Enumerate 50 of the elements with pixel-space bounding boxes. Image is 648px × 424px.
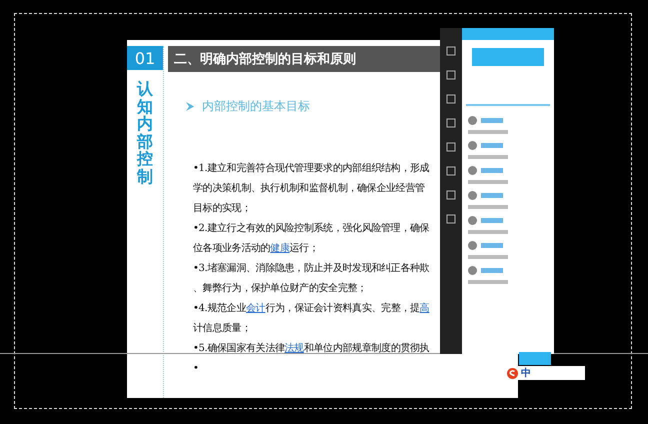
slide-title: 二、明确内部控制的目标和原则 (168, 46, 441, 72)
blurred-message (468, 180, 508, 184)
sidebar-icon[interactable] (446, 70, 456, 80)
section-number: 01 (127, 46, 163, 70)
blurred-name (481, 268, 503, 273)
blurred-name (481, 168, 503, 173)
vertical-title: 认知内部控制 (137, 80, 153, 186)
blurred-message (468, 130, 508, 134)
text-line: •4.规范企业会计行为，保证会计资料真实、完整，提高 (193, 302, 430, 316)
text-line: • (193, 362, 200, 376)
text-line: 计信息质量； (193, 322, 252, 336)
text-link[interactable]: 法规 (284, 343, 304, 354)
blurred-name (481, 118, 503, 123)
sidebar-icon[interactable] (446, 190, 456, 200)
avatar-icon (468, 216, 477, 225)
sidebar-icon[interactable] (446, 214, 456, 224)
ime-mode[interactable]: 中 (521, 366, 531, 380)
blurred-message (468, 255, 508, 259)
blurred-name (481, 218, 503, 223)
avatar-icon (468, 241, 477, 250)
sidebar-icon[interactable] (446, 94, 456, 104)
blurred-message (468, 205, 508, 209)
text-line: 目标的实现； (193, 202, 252, 216)
slide-subtitle: 内部控制的基本目标 (202, 98, 310, 115)
blurred-message (468, 280, 508, 284)
avatar-icon (468, 191, 477, 200)
avatar-icon (468, 116, 477, 125)
text-line: •5.确保国家有关法律法规和单位内部规章制度的贯彻执 (193, 342, 430, 356)
avatar-icon (468, 266, 477, 275)
text-link[interactable]: 高 (420, 303, 430, 314)
arrow-icon (186, 102, 194, 111)
text-line: 学的决策机制、执行机制和监督机制，确保企业经营管 (193, 182, 426, 196)
text-link[interactable]: 健康 (270, 243, 290, 254)
avatar-icon (468, 166, 477, 175)
blurred-name (481, 243, 503, 248)
text-line: •2.建立行之有效的风险控制系统，强化风险管理，确保 (193, 222, 430, 236)
text-link[interactable]: 会计 (246, 303, 266, 314)
avatar-icon (468, 141, 477, 150)
text-line: •1.建立和完善符合现代管理要求的内部组织结构，形成 (193, 162, 430, 176)
sidebar-icon[interactable] (446, 46, 456, 56)
text-line: •3.堵塞漏洞、消除隐患，防止并及时发现和纠正各种欺 (193, 262, 430, 276)
sidebar-icon[interactable] (446, 166, 456, 176)
text-line: 、舞弊行为，保护单位财产的安全完整； (193, 282, 368, 296)
blurred-message (468, 155, 508, 159)
sidebar-icon[interactable] (446, 118, 456, 128)
text-line: 位各项业务活动的健康运行； (193, 242, 320, 256)
blurred-message (468, 230, 508, 234)
blurred-name (481, 193, 503, 198)
blurred-name (481, 143, 503, 148)
sidebar-icon[interactable] (446, 142, 456, 152)
